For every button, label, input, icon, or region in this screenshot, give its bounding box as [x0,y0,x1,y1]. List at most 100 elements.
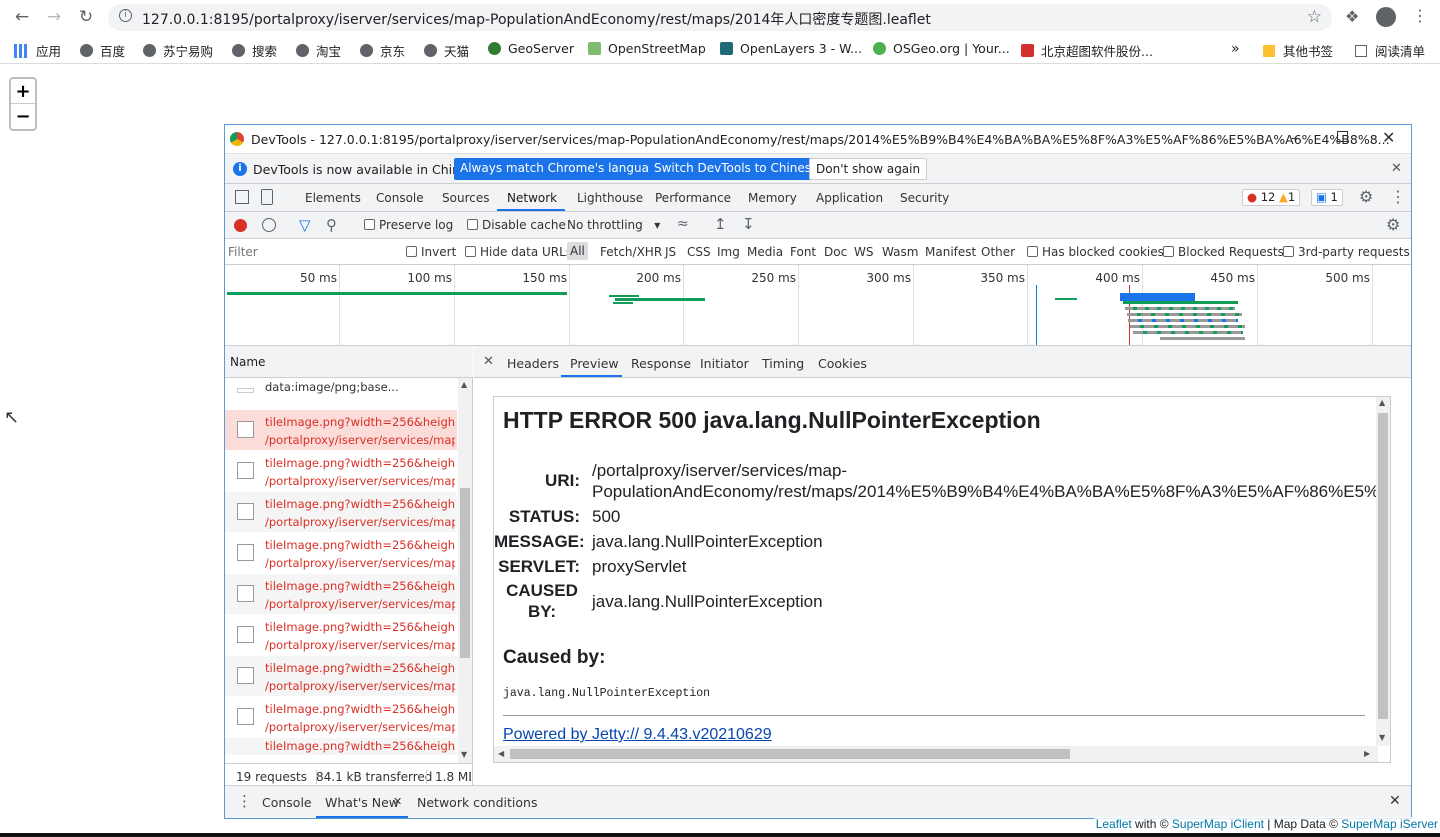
network-overview[interactable]: 50 ms 100 ms 150 ms 200 ms 250 ms 300 ms… [225,265,1411,346]
issues-badge[interactable]: ● 12 ▲1 [1242,189,1301,206]
menu-icon[interactable]: ⋮ [1412,6,1428,25]
close-drawer-icon[interactable]: ✕ [1389,793,1401,809]
search-icon[interactable]: ⚲ [326,216,337,234]
filter-img[interactable]: Img [717,245,740,259]
checkbox[interactable] [467,219,478,230]
filter-icon[interactable]: ▽ [299,216,311,234]
request-row[interactable]: tileImage.png?width=256&height=256/porta… [225,615,457,656]
import-har-icon[interactable]: ↥ [714,215,727,233]
disable-cache-checkbox[interactable]: Disable cache [467,218,566,232]
iclient-link[interactable]: SuperMap iClient [1172,817,1264,831]
tab-application[interactable]: Application [816,191,883,205]
scroll-up-icon[interactable]: ▲ [461,380,467,389]
request-row[interactable]: data:image/png;base... [225,378,457,410]
network-settings-icon[interactable]: ⚙ [1386,215,1400,234]
checkbox[interactable] [364,219,375,230]
name-column-header[interactable]: Name [225,346,473,378]
minimize-icon[interactable]: – [1291,128,1299,147]
bookmark-osgeo[interactable]: OSGeo.org | Your... [873,41,1010,56]
back-icon[interactable]: ← [12,7,32,27]
dont-show-again-button[interactable]: Don't show again [809,158,928,180]
tab-memory[interactable]: Memory [748,191,797,205]
forward-icon[interactable]: → [44,7,64,27]
drawer-tab-network-conditions[interactable]: Network conditions [417,795,537,810]
bookmark-baidu[interactable]: 百度 [80,41,125,60]
preview-hscrollbar[interactable]: ◀ ▶ [494,746,1378,762]
scroll-down-icon[interactable]: ▼ [461,750,467,759]
tab-network[interactable]: Network [507,191,557,205]
zoom-in-button[interactable]: + [11,79,35,104]
preserve-log-checkbox[interactable]: Preserve log [364,218,453,232]
tab-response[interactable]: Response [631,356,691,371]
bookmark-jd[interactable]: 京东 [360,41,405,60]
maximize-icon[interactable] [1337,131,1348,142]
has-blocked-cookies-checkbox[interactable]: Has blocked cookies [1027,245,1164,259]
blocked-requests-checkbox[interactable]: Blocked Requests [1163,245,1284,259]
network-conditions-icon[interactable]: ≈ [677,216,689,232]
drawer-menu-icon[interactable]: ⋮ [237,792,252,810]
reload-icon[interactable]: ↻ [76,7,96,27]
iserver-link[interactable]: SuperMap iServer [1341,817,1438,831]
checkbox[interactable] [406,246,417,257]
jetty-link[interactable]: Powered by Jetty:// 9.4.43.v20210629 [503,726,772,744]
filter-font[interactable]: Font [790,245,816,259]
tab-performance[interactable]: Performance [655,191,731,205]
drawer-tab-console[interactable]: Console [262,795,312,810]
request-row[interactable]: tileImage.png?width=256&height=256/porta… [225,533,457,574]
checkbox[interactable] [465,246,476,257]
request-row-selected[interactable]: tileImage.png?width=256&height=256/porta… [225,410,457,451]
tab-initiator[interactable]: Initiator [700,356,749,371]
bookmark-suning[interactable]: 苏宁易购 [143,41,213,60]
leaflet-link[interactable]: Leaflet [1096,817,1132,831]
scroll-down-icon[interactable]: ▼ [1379,733,1385,742]
profile-avatar[interactable] [1376,7,1396,27]
info-icon[interactable]: i [119,9,132,22]
bookmark-supermap[interactable]: 北京超图软件股份... [1021,41,1153,60]
filter-doc[interactable]: Doc [824,245,847,259]
drawer-tab-whats-new[interactable]: What's New [325,795,399,810]
tab-cookies[interactable]: Cookies [818,356,867,371]
scrollbar-thumb[interactable] [510,749,1070,759]
tab-preview[interactable]: Preview [570,356,619,371]
bookmark-openlayers[interactable]: OpenLayers 3 - W... [720,41,862,56]
checkbox[interactable] [1283,246,1294,257]
inspect-icon[interactable] [235,190,249,204]
tab-headers[interactable]: Headers [507,356,559,371]
bookmark-osm[interactable]: OpenStreetMap [588,41,706,56]
bookmark-apps[interactable]: 应用 [14,41,61,60]
request-row[interactable]: tileImage.png?width=256&height=256 [225,738,457,756]
checkbox[interactable] [1027,246,1038,257]
scrollbar-thumb[interactable] [1378,413,1388,719]
scroll-up-icon[interactable]: ▲ [1379,398,1385,407]
more-bookmarks-button[interactable]: » [1231,41,1240,57]
star-icon[interactable]: ☆ [1307,7,1322,27]
tab-timing[interactable]: Timing [762,356,804,371]
invert-checkbox[interactable]: Invert [406,245,456,259]
tab-elements[interactable]: Elements [305,191,361,205]
scrollbar-thumb[interactable] [460,488,470,658]
clear-icon[interactable] [262,218,276,232]
reading-list[interactable]: 阅读清单 [1355,41,1425,60]
hide-data-urls-checkbox[interactable]: Hide data URLs [465,245,572,259]
bookmark-search[interactable]: 搜索 [232,41,277,60]
address-bar[interactable]: i 127.0.0.1:8195/portalproxy/iserver/ser… [108,4,1332,31]
filter-media[interactable]: Media [747,245,783,259]
filter-manifest[interactable]: Manifest [925,245,976,259]
record-icon[interactable] [234,219,247,232]
tab-console[interactable]: Console [376,191,424,205]
close-detail-icon[interactable]: ✕ [483,354,494,369]
close-whats-new-icon[interactable]: ✕ [393,795,402,808]
request-row[interactable]: tileImage.png?width=256&height=256/porta… [225,451,457,492]
third-party-checkbox[interactable]: 3rd-party requests [1283,245,1410,259]
zoom-out-button[interactable]: − [11,104,35,129]
filter-js[interactable]: JS [665,245,676,259]
bookmark-geoserver[interactable]: GeoServer [488,41,574,56]
filter-css[interactable]: CSS [687,245,711,259]
match-language-button[interactable]: Always match Chrome's language [454,158,670,180]
switch-chinese-button[interactable]: Switch DevTools to Chinese [648,158,825,180]
bookmark-other[interactable]: 其他书签 [1263,41,1333,60]
device-toolbar-icon[interactable] [261,189,273,205]
extensions-icon[interactable]: ❖ [1345,7,1359,26]
close-infobar-icon[interactable]: ✕ [1391,161,1402,176]
request-row[interactable]: tileImage.png?width=256&height=256/porta… [225,697,457,738]
